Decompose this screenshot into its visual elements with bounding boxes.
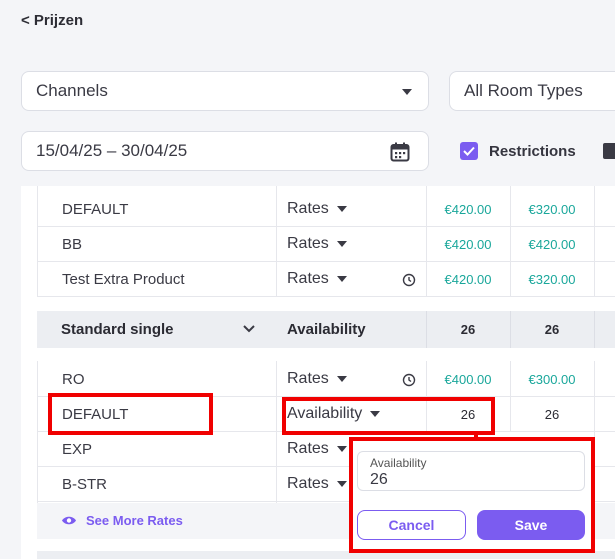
- chevron-down-icon: [402, 89, 412, 95]
- room-types-select-value: All Room Types: [464, 81, 583, 100]
- price-cell[interactable]: €420.00: [426, 192, 510, 227]
- highlight-availability-cell: [282, 397, 495, 435]
- row-name: EXP: [62, 441, 93, 458]
- room-group-name: Standard single: [61, 321, 174, 338]
- date-range-value: 15/04/25 – 30/04/25: [36, 141, 188, 160]
- price-cell[interactable]: €400.00: [426, 362, 510, 397]
- availability-input-value[interactable]: 26: [370, 471, 388, 489]
- chevron-down-icon: [336, 241, 347, 247]
- row-type-dropdown[interactable]: Rates: [287, 200, 347, 218]
- availability-cell[interactable]: 26: [510, 397, 594, 432]
- restrictions-label: Restrictions: [489, 142, 576, 160]
- availability-input[interactable]: Availability 26: [357, 451, 585, 491]
- chevron-down-icon[interactable]: [243, 325, 255, 333]
- availability-input-label: Availability: [370, 456, 427, 470]
- row-type-dropdown[interactable]: Rates: [287, 440, 347, 458]
- chevron-down-icon: [336, 376, 347, 382]
- row-name: B-STR: [62, 476, 107, 493]
- history-icon[interactable]: [402, 273, 416, 287]
- copy-icon[interactable]: [603, 143, 615, 159]
- chevron-down-icon: [336, 276, 347, 282]
- checkmark-icon: [463, 146, 475, 156]
- chevron-down-icon: [336, 206, 347, 212]
- chevron-down-icon: [336, 446, 347, 452]
- price-cell[interactable]: €320.00: [510, 262, 594, 297]
- channels-select-value: Channels: [36, 81, 108, 100]
- availability-cell[interactable]: 26: [510, 311, 594, 348]
- price-cell[interactable]: €420.00: [510, 227, 594, 262]
- see-more-rates-link[interactable]: See More Rates: [61, 513, 183, 528]
- row-name: DEFAULT: [62, 201, 129, 218]
- table-row: DEFAULT Rates €420.00 €320.00: [37, 192, 615, 227]
- availability-cell[interactable]: 26: [426, 311, 510, 348]
- table-row: Test Extra Product Rates €420.00 €320.00: [37, 262, 615, 297]
- price-cell[interactable]: €300.00: [510, 362, 594, 397]
- calendar-icon[interactable]: [390, 142, 410, 162]
- highlight-default-row: [48, 393, 213, 435]
- row-type-dropdown[interactable]: Rates: [287, 370, 347, 388]
- price-cell[interactable]: €320.00: [510, 192, 594, 227]
- save-button[interactable]: Save: [477, 510, 585, 540]
- restrictions-toggle[interactable]: Restrictions: [460, 142, 576, 160]
- price-cell[interactable]: €420.00: [426, 227, 510, 262]
- row-name: RO: [62, 371, 85, 388]
- grid-line: [594, 311, 595, 348]
- history-icon[interactable]: [402, 373, 416, 387]
- cancel-button[interactable]: Cancel: [357, 510, 466, 540]
- chevron-down-icon: [336, 481, 347, 487]
- date-range-field[interactable]: 15/04/25 – 30/04/25: [21, 131, 429, 171]
- channels-select[interactable]: Channels: [21, 71, 429, 111]
- row-type-dropdown[interactable]: Rates: [287, 270, 347, 288]
- row-name: BB: [62, 236, 83, 253]
- availability-edit-popup: Availability 26 Cancel Save: [349, 437, 595, 553]
- room-group-header[interactable]: Standard single Availability 26 26: [37, 311, 615, 348]
- restrictions-checkbox[interactable]: [460, 142, 478, 160]
- table-row: BB Rates €420.00 €420.00: [37, 227, 615, 262]
- eye-icon: [62, 516, 76, 525]
- price-cell[interactable]: €420.00: [426, 262, 510, 297]
- row-name: Test Extra Product: [62, 271, 185, 288]
- row-type-dropdown[interactable]: Rates: [287, 475, 347, 493]
- row-type-dropdown[interactable]: Rates: [287, 235, 347, 253]
- room-types-select[interactable]: All Room Types: [449, 71, 615, 111]
- table-row: RO Rates €400.00 €300.00: [37, 362, 615, 397]
- room-group-type: Availability: [287, 321, 366, 338]
- back-link[interactable]: < Prijzen: [21, 12, 83, 29]
